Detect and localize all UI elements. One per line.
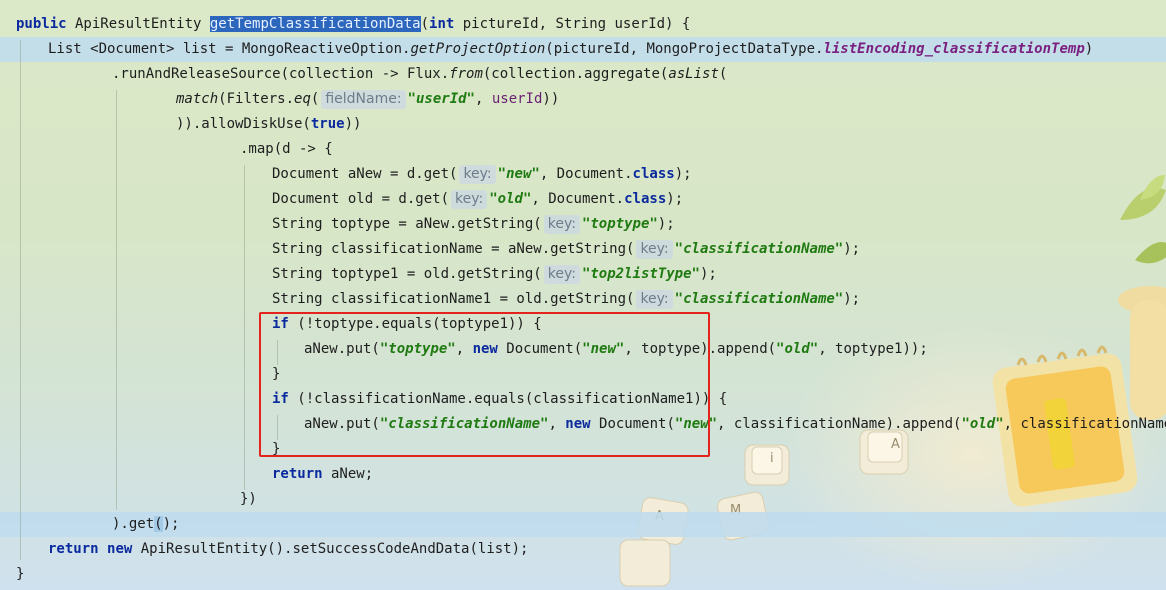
code-line[interactable]: List <Document> list = MongoReactiveOpti…	[48, 37, 1093, 62]
code-token: public	[16, 16, 67, 32]
code-line[interactable]: match(Filters.eq(fieldName: "userId", use…	[176, 87, 559, 112]
code-line[interactable]: .runAndReleaseSource(collection -> Flux.…	[112, 62, 727, 87]
code-token: return	[272, 466, 323, 482]
param-hint: key:	[543, 265, 580, 284]
code-line[interactable]: String toptype = aNew.getString(key: "top…	[272, 212, 675, 237]
code-token: "old"	[489, 191, 532, 207]
code-token: "classificationName"	[674, 291, 844, 307]
code-token: class	[624, 191, 667, 207]
param-hint: key:	[543, 215, 580, 234]
code-token: "top2listType"	[581, 266, 700, 282]
code-token: new	[107, 541, 133, 557]
code-line[interactable]: .map(d -> {	[240, 137, 333, 162]
code-editor[interactable]: public ApiResultEntity getTempClassifica…	[0, 0, 1166, 590]
code-token: "old"	[776, 341, 819, 357]
code-token: true	[310, 116, 345, 132]
code-line[interactable]: })	[240, 487, 257, 512]
param-hint: key:	[636, 290, 673, 309]
code-line[interactable]: public ApiResultEntity getTempClassifica…	[16, 12, 690, 37]
code-token: asList	[668, 66, 719, 82]
highlight-annotation-box	[259, 312, 710, 457]
code-token: "old"	[961, 416, 1004, 432]
code-token: from	[449, 66, 483, 82]
code-token: eq	[294, 91, 311, 107]
code-token: listEncoding_classificationTemp	[823, 41, 1085, 57]
code-line[interactable]: ).get();	[112, 512, 179, 537]
indent-guide	[244, 165, 245, 490]
indent-guide	[116, 90, 117, 510]
code-token: "new"	[497, 166, 540, 182]
param-hint: fieldName:	[321, 90, 406, 109]
code-token: match	[176, 91, 219, 107]
code-token: return	[48, 541, 99, 557]
code-line[interactable]: }	[16, 562, 24, 587]
code-token: getProjectOption	[410, 41, 546, 57]
code-line[interactable]: Document old = d.get(key: "old", Document…	[272, 187, 683, 212]
code-token: userId	[491, 91, 543, 107]
indent-guide	[20, 40, 21, 560]
code-token: "toptype"	[581, 216, 658, 232]
code-token: int	[429, 16, 455, 32]
code-line[interactable]: String classificationName1 = old.getStri…	[272, 287, 860, 312]
code-token: "classificationName"	[674, 241, 844, 257]
code-token: "userId"	[407, 91, 475, 107]
code-line[interactable]: )).allowDiskUse(true))	[176, 112, 361, 137]
code-line[interactable]: Document aNew = d.get(key: "new", Documen…	[272, 162, 692, 187]
param-hint: key:	[451, 190, 488, 209]
selected-token[interactable]: getTempClassificationData	[209, 16, 421, 32]
code-line[interactable]: String classificationName = aNew.getStri…	[272, 237, 860, 262]
code-line[interactable]: return aNew;	[272, 462, 373, 487]
code-token: (	[154, 516, 163, 532]
code-token: class	[632, 166, 675, 182]
code-line[interactable]: String toptype1 = old.getString(key: "top…	[272, 262, 717, 287]
param-hint: key:	[636, 240, 673, 259]
code-line[interactable]: return new ApiResultEntity().setSuccessC…	[48, 537, 528, 562]
param-hint: key:	[459, 165, 496, 184]
